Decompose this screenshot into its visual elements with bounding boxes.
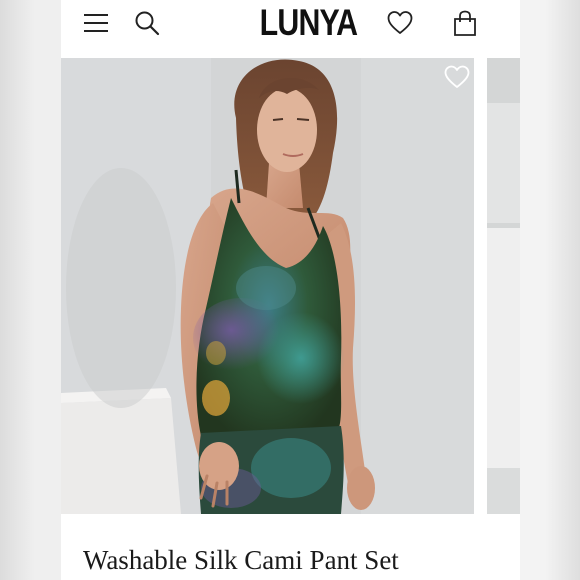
shopping-bag-icon[interactable] (453, 10, 477, 36)
search-icon[interactable] (134, 10, 160, 36)
next-product-image[interactable] (487, 58, 520, 514)
menu-icon[interactable] (83, 12, 109, 34)
product-image-carousel[interactable] (61, 58, 520, 514)
product-title: Washable Silk Cami Pant Set (83, 545, 399, 575)
site-header: LUNYA (61, 0, 520, 58)
model-photo (61, 58, 474, 514)
next-photo-preview (487, 58, 520, 514)
product-image[interactable] (61, 58, 474, 514)
brand-logo[interactable]: LUNYA (260, 1, 358, 45)
heart-icon[interactable] (387, 10, 413, 36)
wishlist-overlay-icon[interactable] (444, 65, 470, 89)
product-page: LUNYA Washable Silk Cami Pant Set (61, 0, 520, 580)
